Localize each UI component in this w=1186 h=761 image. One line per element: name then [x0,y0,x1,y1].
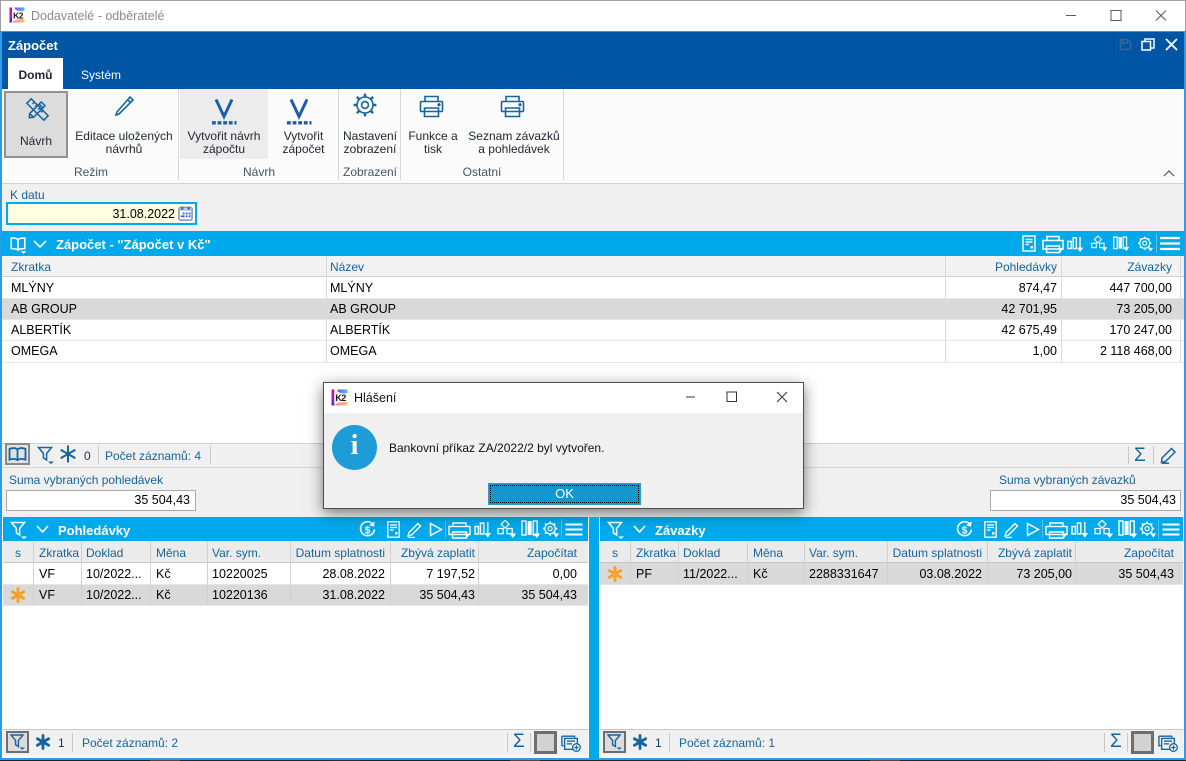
svg-text:$: $ [365,526,371,537]
svg-text:K2: K2 [335,393,346,403]
svg-text:$: $ [962,526,968,537]
svg-text:K2: K2 [13,11,24,21]
